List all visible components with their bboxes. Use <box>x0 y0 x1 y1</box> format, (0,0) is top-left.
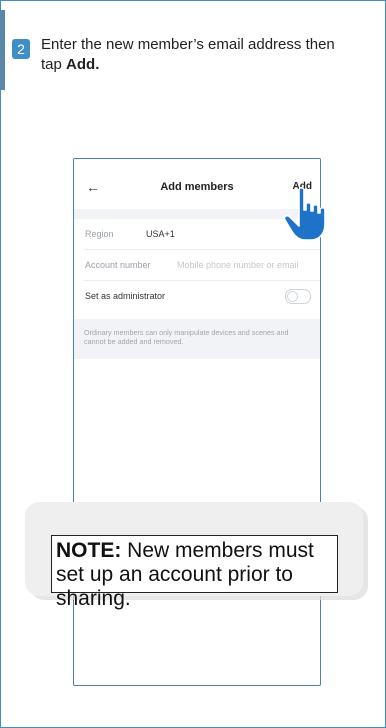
region-label: Region <box>85 229 114 239</box>
note-box: NOTE: New members must set up an account… <box>51 535 338 610</box>
note-label: NOTE: <box>56 539 122 562</box>
info-text: Ordinary members can only manipulate dev… <box>84 328 289 346</box>
account-input[interactable]: Mobile phone number or email <box>177 260 299 270</box>
pointing-hand-icon <box>283 186 326 241</box>
step-number-badge: 2 <box>12 39 30 59</box>
account-label: Account number <box>85 260 151 270</box>
toggle-knob <box>287 291 298 302</box>
step-text-bold: Add. <box>66 56 100 73</box>
administrator-toggle[interactable] <box>285 289 311 304</box>
admin-label: Set as administrator <box>85 291 166 301</box>
region-value: USA+1 <box>146 229 175 239</box>
step-instruction: Enter the new member’s email address the… <box>41 35 341 75</box>
left-accent-bar <box>0 10 5 90</box>
account-row: Account number Mobile phone number or em… <box>74 250 320 280</box>
info-section: Ordinary members can only manipulate dev… <box>74 319 320 359</box>
admin-row: Set as administrator <box>74 281 320 311</box>
